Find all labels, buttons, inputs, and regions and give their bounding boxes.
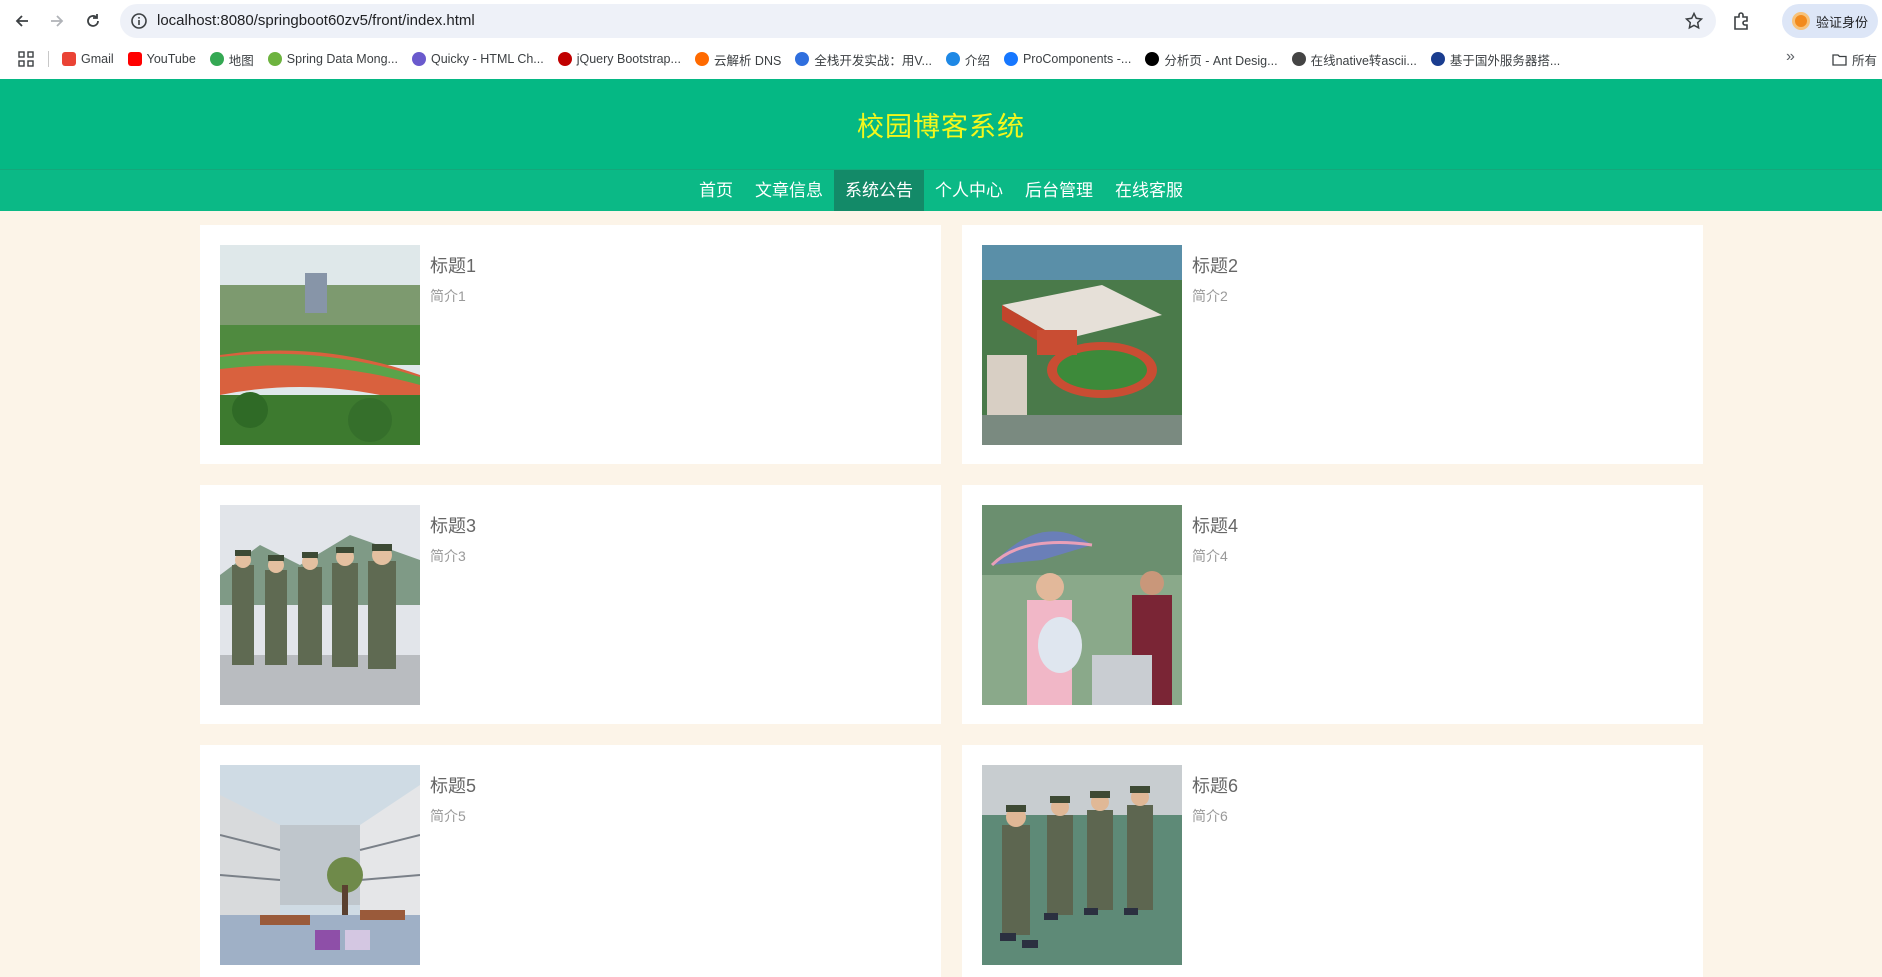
bookmark-label: Spring Data Mong... [286, 52, 398, 66]
notice-image[interactable] [220, 505, 420, 705]
address-bar-row: localhost:8080/springboot60zv5/front/ind… [0, 0, 1882, 42]
nav-item[interactable]: 在线客服 [1104, 170, 1194, 211]
notice-title[interactable]: 标题2 [1192, 252, 1238, 278]
profile-button[interactable]: 验证身份 [1782, 4, 1878, 38]
quicky-icon [411, 52, 426, 66]
extensions-icon[interactable] [1731, 10, 1753, 32]
bookmarks-list: Gmail YouTube 地图 Spring Data Mong... Quicky … [62, 46, 1560, 72]
globe-icon [945, 52, 960, 66]
bookmark-label: 分析页 - Ant Desig... [1164, 53, 1278, 68]
bookmark-label: 云解析 DNS [713, 53, 782, 68]
reload-icon [87, 14, 99, 27]
folder-icon [1832, 54, 1847, 66]
bookmark-item[interactable]: 介绍 [945, 50, 990, 69]
bookmark-item[interactable]: jQuery Bootstrap... [557, 52, 681, 66]
bookmark-item[interactable]: Spring Data Mong... [267, 52, 398, 66]
bookmarks-bar: Gmail YouTube 地图 Spring Data Mong... Quicky … [0, 46, 1882, 72]
notice-card[interactable]: 标题6 简介6 [962, 745, 1703, 977]
notice-title[interactable]: 标题4 [1192, 512, 1238, 538]
notice-list: 标题1 简介1 标题2 简介2 标题3 简介3 标题4 简介4 标题5 简介5 标题6 简介6 [200, 225, 1703, 977]
notice-image[interactable] [982, 505, 1182, 705]
bookmark-item[interactable]: 云解析 DNS [694, 50, 782, 69]
notice-card[interactable]: 标题3 简介3 [200, 485, 941, 724]
bookmark-item[interactable]: ProComponents -... [1003, 52, 1132, 66]
bookmark-label: Quicky - HTML Ch... [430, 52, 544, 66]
notice-card[interactable]: 标题1 简介1 [200, 225, 941, 464]
all-bookmarks-folder[interactable]: 所有 [1832, 50, 1877, 69]
flag-icon [1430, 52, 1445, 66]
nav-item[interactable]: 系统公告 [834, 170, 924, 211]
cloud-dns-icon [694, 52, 709, 66]
notice-summary: 简介2 [1192, 288, 1228, 304]
site-info-icon[interactable] [130, 12, 148, 30]
bookmark-item[interactable]: Gmail [62, 52, 114, 66]
bookmark-label: 基于国外服务器搭... [1449, 53, 1561, 68]
bookmarks-separator [48, 51, 49, 67]
bookmark-label: ProComponents -... [1022, 52, 1132, 66]
bookmark-item[interactable]: Quicky - HTML Ch... [411, 52, 544, 66]
profile-avatar [1792, 12, 1810, 30]
bookmark-label: Gmail [81, 52, 114, 66]
bookmark-label: 地图 [228, 53, 254, 68]
web-icon [1291, 52, 1306, 66]
jquery-icon [557, 52, 572, 66]
notice-card[interactable]: 标题5 简介5 [200, 745, 941, 977]
arrow-right-icon [51, 15, 64, 27]
forward-button[interactable] [44, 9, 70, 33]
arrow-left-icon [15, 15, 28, 27]
notice-summary: 简介1 [430, 288, 466, 304]
notice-summary: 简介5 [430, 808, 466, 824]
notice-card[interactable]: 标题2 简介2 [962, 225, 1703, 464]
notice-summary: 简介4 [1192, 548, 1228, 564]
notice-summary: 简介3 [430, 548, 466, 564]
bookmark-label: YouTube [146, 52, 196, 66]
nav-item[interactable]: 个人中心 [924, 170, 1014, 211]
nav-item[interactable]: 文章信息 [744, 170, 834, 211]
pro-icon [1145, 52, 1160, 66]
all-bookmarks-label: 所有 [1852, 54, 1878, 68]
url-text[interactable]: localhost:8080/springboot60zv5/front/ind… [157, 12, 475, 29]
bookmark-item[interactable]: 分析页 - Ant Desig... [1145, 50, 1278, 69]
bookmarks-overflow-button[interactable]: » [1786, 48, 1795, 66]
reload-button[interactable] [80, 9, 106, 33]
main-nav: 首页 文章信息 系统公告 个人中心 后台管理 在线客服 [0, 169, 1882, 211]
bookmark-item[interactable]: 全栈开发实战：用V... [795, 50, 932, 69]
procomponents-icon [1003, 52, 1018, 66]
notice-image[interactable] [220, 765, 420, 965]
notice-image[interactable] [220, 245, 420, 445]
notice-image[interactable] [982, 765, 1182, 965]
youtube-icon [127, 52, 142, 66]
notice-title[interactable]: 标题3 [430, 512, 476, 538]
maps-icon [209, 52, 224, 66]
back-button[interactable] [9, 9, 35, 33]
bookmark-item[interactable]: 在线native转ascii... [1291, 50, 1417, 69]
notice-card[interactable]: 标题4 简介4 [962, 485, 1703, 724]
nav-item[interactable]: 首页 [688, 170, 744, 211]
nav-item[interactable]: 后台管理 [1014, 170, 1104, 211]
notice-summary: 简介6 [1192, 808, 1228, 824]
notice-title[interactable]: 标题1 [430, 252, 476, 278]
bookmark-item[interactable]: 地图 [209, 50, 254, 69]
apps-grid-icon[interactable] [17, 50, 35, 68]
bookmark-label: 在线native转ascii... [1310, 53, 1417, 68]
gmail-icon [62, 52, 76, 66]
browser-chrome: localhost:8080/springboot60zv5/front/ind… [0, 0, 1882, 79]
bookmark-label: 全栈开发实战：用V... [814, 53, 932, 68]
site-header: 校园博客系统 [0, 79, 1882, 169]
notice-image[interactable] [982, 245, 1182, 445]
bookmark-label: jQuery Bootstrap... [576, 52, 681, 66]
bookmark-item[interactable]: YouTube [127, 52, 196, 66]
bookmark-item[interactable]: 基于国外服务器搭... [1430, 50, 1561, 69]
notice-title[interactable]: 标题6 [1192, 772, 1238, 798]
notice-title[interactable]: 标题5 [430, 772, 476, 798]
m-icon [795, 52, 810, 66]
bookmark-label: 介绍 [964, 53, 990, 68]
address-bar[interactable]: localhost:8080/springboot60zv5/front/ind… [120, 4, 1716, 38]
spring-icon [267, 52, 282, 66]
profile-label: 验证身份 [1816, 14, 1869, 30]
site-title: 校园博客系统 [857, 111, 1025, 142]
bookmark-star-icon[interactable] [1684, 11, 1704, 31]
